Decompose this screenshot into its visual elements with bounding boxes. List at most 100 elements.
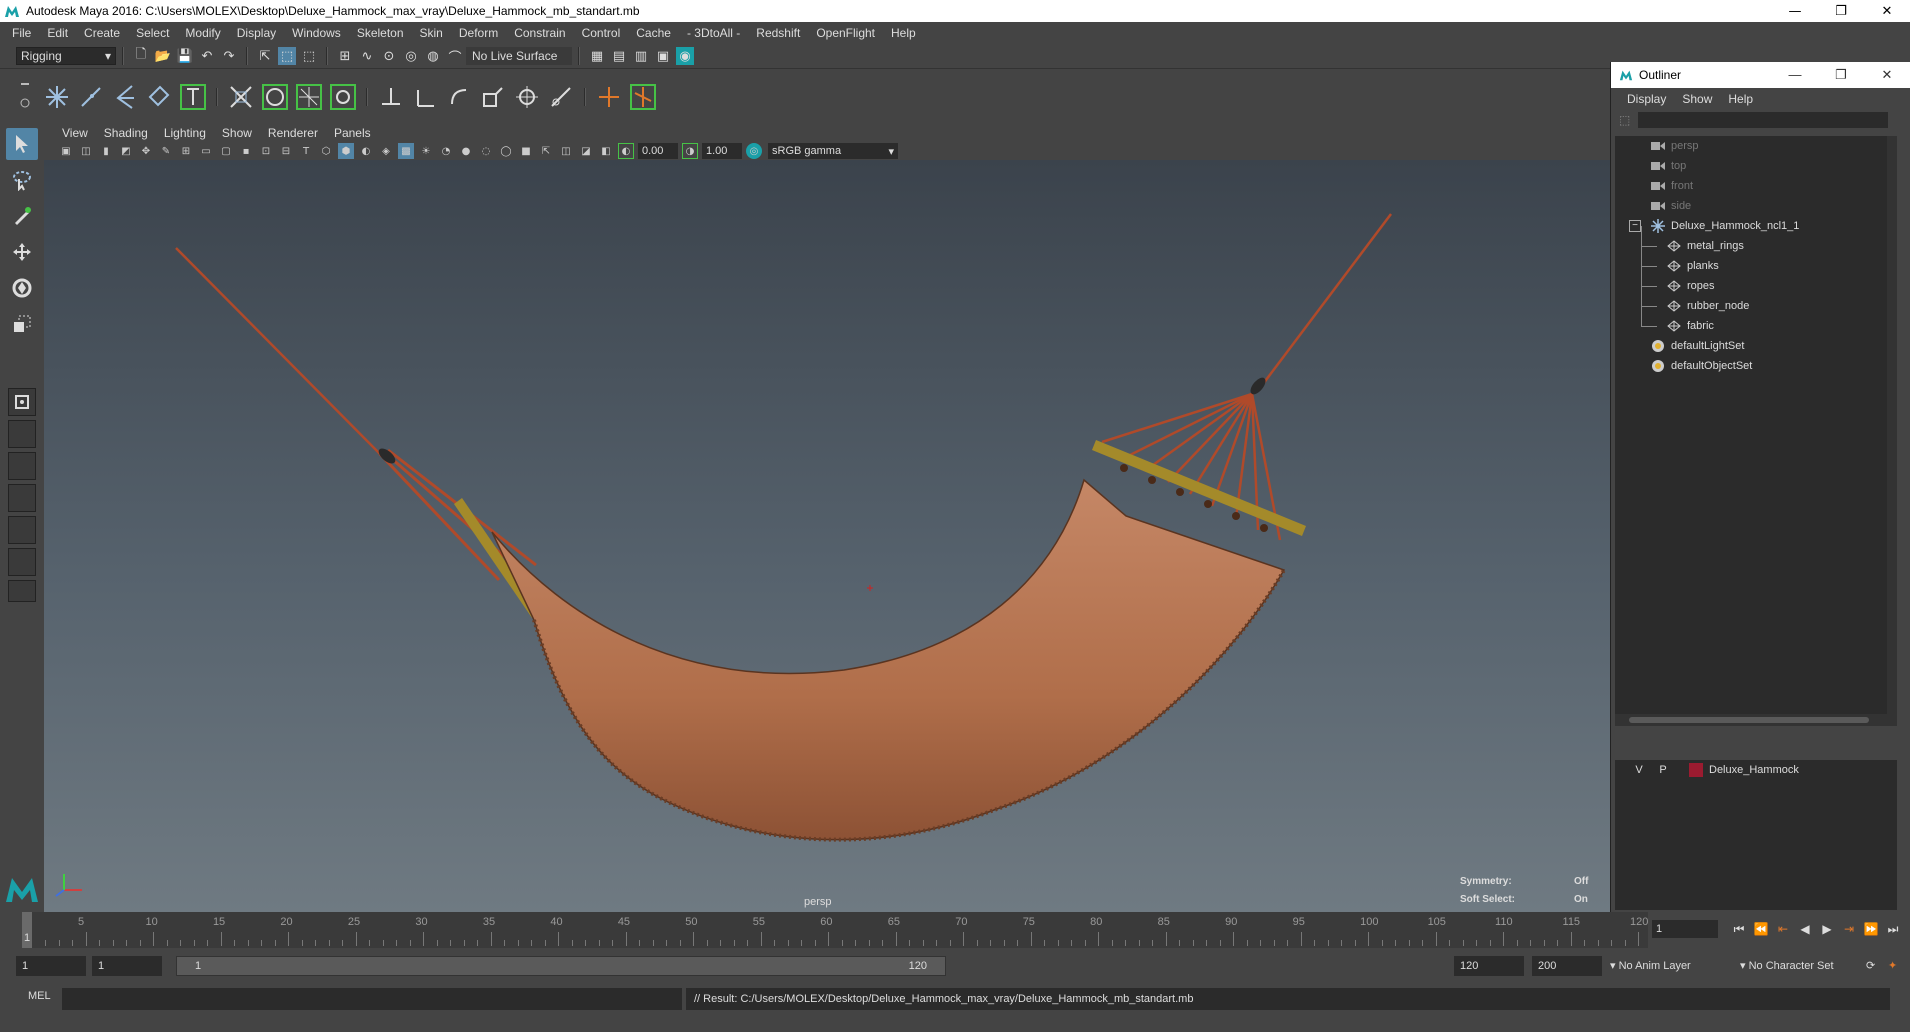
scrollbar-thumb[interactable] [1629,717,1869,723]
xray-active-icon[interactable]: ◪ [578,143,594,159]
gate-mask-icon[interactable]: ▪ [238,143,254,159]
anim-layer-select[interactable]: ▾ No Anim Layer [1610,956,1740,976]
depth-of-field-icon[interactable]: ■ [518,143,534,159]
menu-skeleton[interactable]: Skeleton [349,26,412,40]
outliner-item[interactable]: planks [1615,256,1897,276]
parent-constraint-icon[interactable] [376,82,406,112]
redo-icon[interactable]: ↷ [220,47,238,65]
gamma-field[interactable]: 1.00 [702,143,742,159]
two-view-layout-button[interactable] [8,452,36,480]
render-view-icon[interactable]: ▤ [610,47,628,65]
panel-menu-lighting[interactable]: Lighting [156,126,214,140]
outliner-item[interactable]: defaultLightSet [1615,336,1897,356]
outliner-item[interactable]: metal_rings [1615,236,1897,256]
filter-icon[interactable]: ⬚ [1619,113,1630,127]
step-back-frame-icon[interactable]: ⇤ [1772,920,1794,938]
panel-menu-shading[interactable]: Shading [96,126,156,140]
layer-color-swatch[interactable] [1689,763,1703,777]
wireframe-on-shaded-icon[interactable]: ◐ [358,143,374,159]
outliner-item[interactable]: rubber_node [1615,296,1897,316]
layer-playback-toggle[interactable]: P [1651,764,1675,776]
smooth-shade-icon[interactable]: ⬢ [338,143,354,159]
color-management-icon[interactable]: ◎ [746,143,762,159]
field-chart-icon[interactable]: ⊡ [258,143,274,159]
live-surface-field[interactable]: No Live Surface [466,47,572,65]
mirror-joint-icon[interactable] [144,82,174,112]
graph-persp-layout-button[interactable] [8,516,36,544]
shadows-icon[interactable]: ◔ [438,143,454,159]
menu-create[interactable]: Create [76,26,128,40]
scale-tool-icon[interactable] [6,308,38,340]
go-to-start-icon[interactable]: ⏮ [1728,920,1750,938]
2d-pan-zoom-icon[interactable]: ✥ [138,143,154,159]
auto-key-icon[interactable]: ⟳ [1866,956,1875,976]
restore-button[interactable]: ❐ [1818,0,1864,22]
scale-constraint-icon[interactable] [478,82,508,112]
go-to-end-icon[interactable]: ⏭ [1882,920,1904,938]
paint-select-icon[interactable] [6,200,38,232]
panel-menu-panels[interactable]: Panels [326,126,379,140]
resolution-gate-icon[interactable]: ▢ [218,143,234,159]
current-frame-field[interactable]: 1 [1652,920,1718,938]
hypershade-layout-button[interactable] [8,548,36,576]
snap-curve-icon[interactable]: ∿ [358,47,376,65]
time-slider-track[interactable]: 1 5 10 15 20 25 30 35 40 45 50 55 60 65 70 75 80 85 90 95 1… [22,912,1648,948]
outliner-item[interactable]: front [1615,176,1897,196]
lattice-icon[interactable] [260,82,290,112]
playback-end-field[interactable]: 120 [1454,956,1524,976]
menu-openflight[interactable]: OpenFlight [808,26,883,40]
wireframe-icon[interactable]: ⬡ [318,143,334,159]
screen-space-ao-icon[interactable]: ● [458,143,474,159]
close-button[interactable]: ✕ [1864,0,1910,22]
menu-constrain[interactable]: Constrain [506,26,573,40]
select-tool-icon[interactable] [6,128,38,160]
script-language-toggle[interactable]: MEL [28,990,51,1002]
animation-end-field[interactable]: 200 [1532,956,1602,976]
render-settings-icon[interactable]: ▦ [588,47,606,65]
rotate-tool-icon[interactable] [6,272,38,304]
gamma-icon[interactable]: ◑ [682,143,698,159]
open-scene-icon[interactable]: 📂 [154,47,172,65]
outliner-vertical-scrollbar[interactable] [1887,136,1897,726]
save-scene-icon[interactable]: 💾 [176,47,194,65]
step-forward-frame-icon[interactable]: ⇥ [1838,920,1860,938]
grease-pencil-icon[interactable]: ✎ [158,143,174,159]
outliner-item[interactable]: top [1615,156,1897,176]
perspective-viewport[interactable]: persp Symmetry: Off Soft Select: On [44,160,1610,912]
pole-vector-icon[interactable] [546,82,576,112]
outliner-menu-display[interactable]: Display [1619,92,1674,106]
snap-grid-icon[interactable]: ⊞ [336,47,354,65]
bookmark-icon[interactable]: ▮ [98,143,114,159]
menu-skin[interactable]: Skin [412,26,451,40]
safe-action-icon[interactable]: ⊟ [278,143,294,159]
shelf-tab-handle-icon[interactable] [18,79,32,115]
multisample-aa-icon[interactable]: ◯ [498,143,514,159]
render-frame-icon[interactable]: ▥ [632,47,650,65]
menu-deform[interactable]: Deform [451,26,506,40]
hypershade-icon[interactable]: ◉ [676,47,694,65]
anim-prefs-icon[interactable]: ✦ [1888,956,1897,976]
menu-edit[interactable]: Edit [39,26,76,40]
snap-point-icon[interactable]: ⊙ [380,47,398,65]
playback-start-field[interactable]: 1 [92,956,162,976]
outliner-menu-help[interactable]: Help [1720,92,1761,106]
use-all-lights-icon[interactable]: ☀ [418,143,434,159]
play-backwards-icon[interactable]: ◀ [1794,920,1816,938]
wire-deformer-icon[interactable] [294,82,324,112]
joint-tool-icon[interactable] [42,82,72,112]
outliner-item[interactable]: side [1615,196,1897,216]
xray-icon[interactable]: ◈ [378,143,394,159]
collapse-toggle-icon[interactable]: − [1629,220,1641,232]
outliner-item[interactable]: fabric [1615,316,1897,336]
undo-icon[interactable]: ↶ [198,47,216,65]
locator-icon[interactable] [594,82,624,112]
orient-constraint-icon[interactable] [444,82,474,112]
outliner-horizontal-scrollbar[interactable] [1615,714,1887,726]
menu-3dtoall[interactable]: - 3DtoAll - [679,26,748,40]
lasso-tool-icon[interactable] [6,164,38,196]
outliner-persp-layout-button[interactable] [8,484,36,512]
make-live-icon[interactable]: ⌒ [446,47,464,66]
xray-joints-icon[interactable]: ◫ [558,143,574,159]
outliner-item[interactable]: persp [1615,136,1897,156]
menu-windows[interactable]: Windows [284,26,349,40]
